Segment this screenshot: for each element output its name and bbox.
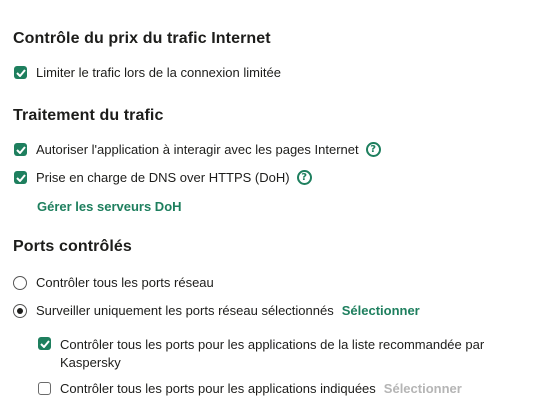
checkbox-label: Limiter le trafic lors de la connexion l…: [36, 65, 281, 80]
checkbox-limit-metered-row[interactable]: Limiter le trafic lors de la connexion l…: [14, 65, 281, 80]
checkmark-icon: [15, 68, 26, 77]
radio-label: Contrôler tous les ports réseau: [36, 275, 214, 290]
help-icon[interactable]: ?: [296, 170, 312, 185]
checkbox-web-interaction-row[interactable]: Autoriser l'application à interagir avec…: [14, 142, 381, 157]
checkbox-web-interaction[interactable]: [14, 143, 27, 156]
radio-selected-ports[interactable]: [13, 303, 27, 318]
help-icon[interactable]: ?: [365, 142, 381, 157]
checkbox-specified-apps[interactable]: [38, 382, 51, 395]
checkbox-recommended-apps[interactable]: [38, 337, 51, 350]
checkbox-label-line1: Contrôler tous les ports pour les applic…: [60, 337, 485, 352]
manage-doh-servers-link[interactable]: Gérer les serveurs DoH: [37, 199, 182, 214]
section-title-traffic-price: Contrôle du prix du trafic Internet: [13, 30, 271, 47]
checkmark-icon: [39, 339, 50, 348]
radio-all-ports-row[interactable]: Contrôler tous les ports réseau: [13, 275, 214, 290]
checkmark-icon: [15, 173, 26, 182]
checkbox-label: Prise en charge de DNS over HTTPS (DoH): [36, 170, 290, 185]
radio-dot-icon: [17, 307, 23, 314]
checkmark-icon: [15, 145, 26, 154]
select-apps-link: Sélectionner: [383, 381, 462, 396]
section-title-monitored-ports: Ports contrôlés: [13, 238, 132, 255]
checkbox-doh-row[interactable]: Prise en charge de DNS over HTTPS (DoH) …: [14, 170, 312, 185]
radio-selected-ports-row[interactable]: Surveiller uniquement les ports réseau s…: [13, 303, 420, 318]
checkbox-limit-metered[interactable]: [14, 66, 27, 79]
select-ports-link[interactable]: Sélectionner: [342, 303, 420, 318]
section-title-traffic-processing: Traitement du trafic: [13, 107, 164, 124]
radio-all-ports[interactable]: [13, 275, 27, 290]
checkbox-label: Contrôler tous les ports pour les applic…: [60, 381, 376, 396]
checkbox-label: Autoriser l'application à interagir avec…: [36, 142, 359, 157]
radio-label: Surveiller uniquement les ports réseau s…: [36, 303, 334, 318]
checkbox-recommended-apps-row[interactable]: Contrôler tous les ports pour les applic…: [38, 336, 484, 372]
checkbox-specified-apps-row[interactable]: Contrôler tous les ports pour les applic…: [38, 381, 462, 396]
checkbox-doh[interactable]: [14, 171, 27, 184]
checkbox-label-line2: Kaspersky: [60, 355, 121, 370]
